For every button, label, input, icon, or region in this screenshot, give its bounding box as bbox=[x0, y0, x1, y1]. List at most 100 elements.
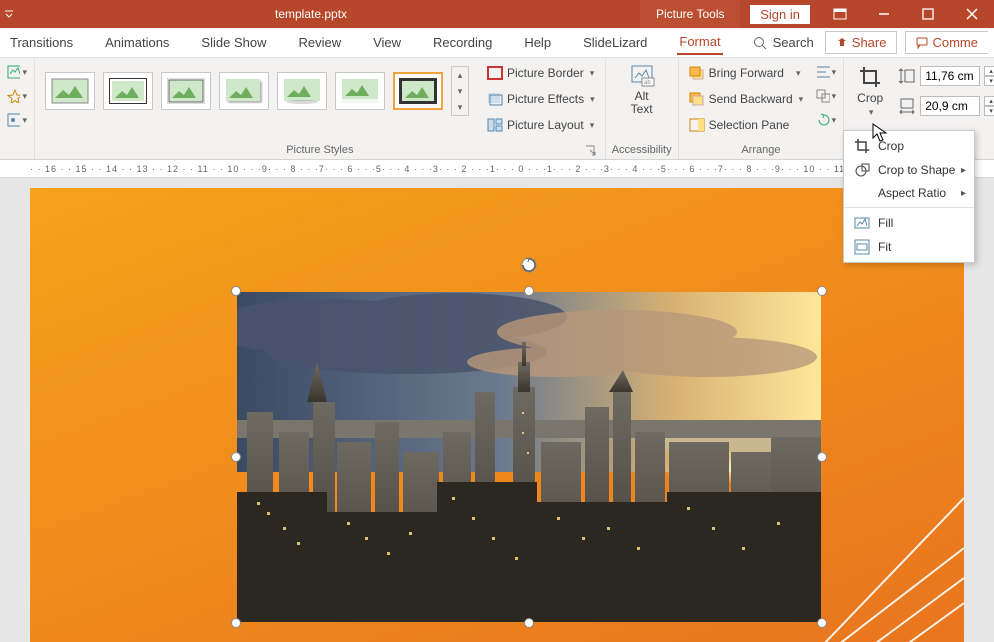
group-adjust-label bbox=[6, 142, 28, 159]
style-thumb-1[interactable] bbox=[45, 72, 95, 110]
send-backward-button[interactable]: Send Backward▾ bbox=[685, 88, 808, 110]
menu-fill[interactable]: Fill bbox=[844, 211, 974, 235]
selected-picture[interactable] bbox=[237, 292, 821, 622]
menu-crop-shape-label: Crop to Shape bbox=[878, 163, 955, 177]
width-input[interactable] bbox=[920, 96, 980, 116]
resize-handle-b[interactable] bbox=[524, 618, 534, 628]
bring-forward-icon bbox=[689, 65, 705, 81]
menubar-right: Share Comme bbox=[825, 31, 988, 54]
style-thumb-7[interactable] bbox=[393, 72, 443, 110]
minimize-button[interactable] bbox=[862, 0, 906, 28]
picture-border-label: Picture Border bbox=[507, 66, 584, 80]
tab-recording[interactable]: Recording bbox=[431, 31, 494, 54]
tab-format[interactable]: Format bbox=[677, 30, 722, 55]
menu-aspect-label: Aspect Ratio bbox=[878, 186, 946, 200]
picture-styles-gallery[interactable]: ▴ ▾ ▾ bbox=[41, 62, 473, 120]
menu-separator bbox=[844, 207, 974, 208]
resize-handle-t[interactable] bbox=[524, 286, 534, 296]
picture-layout-icon bbox=[487, 117, 503, 133]
tab-help[interactable]: Help bbox=[522, 31, 553, 54]
resize-handle-tr[interactable] bbox=[817, 286, 827, 296]
tab-transitions[interactable]: Transitions bbox=[8, 31, 75, 54]
gallery-up-button[interactable]: ▴ bbox=[452, 67, 468, 83]
selection-pane-button[interactable]: Selection Pane bbox=[685, 114, 808, 136]
picture-effects-icon bbox=[487, 91, 503, 107]
search-label: Search bbox=[773, 35, 814, 50]
remove-background-button[interactable]: ▾ bbox=[6, 62, 28, 82]
send-backward-label: Send Backward bbox=[709, 92, 793, 106]
group-arrange-label: Arrange bbox=[685, 142, 838, 159]
menu-fit[interactable]: Fit bbox=[844, 235, 974, 259]
width-icon bbox=[898, 97, 916, 115]
corrections-button[interactable]: ▾ bbox=[6, 86, 28, 106]
bring-forward-button[interactable]: Bring Forward▾ bbox=[685, 62, 808, 84]
style-thumb-2[interactable] bbox=[103, 72, 153, 110]
resize-handle-tl[interactable] bbox=[231, 286, 241, 296]
resize-handle-l[interactable] bbox=[231, 452, 241, 462]
contextual-tab-label: Picture Tools bbox=[640, 0, 740, 28]
tab-slidelizard[interactable]: SlideLizard bbox=[581, 31, 649, 54]
crop-dropdown-menu: Crop Crop to Shape ▸ Aspect Ratio ▸ Fill… bbox=[843, 130, 975, 263]
title-bar: template.pptx Picture Tools Sign in bbox=[0, 0, 994, 28]
selection-pane-label: Selection Pane bbox=[709, 118, 790, 132]
ribbon-tabs: Transitions Animations Slide Show Review… bbox=[0, 28, 994, 58]
share-icon bbox=[836, 37, 848, 49]
resize-handle-r[interactable] bbox=[817, 452, 827, 462]
height-input[interactable] bbox=[920, 66, 980, 86]
style-thumb-5[interactable] bbox=[277, 72, 327, 110]
picture-effects-button[interactable]: Picture Effects▾ bbox=[483, 88, 599, 110]
group-accessibility: ab Alt Text Accessibility bbox=[606, 58, 679, 159]
sign-in-button[interactable]: Sign in bbox=[750, 5, 810, 24]
group-objects-button[interactable]: ▾ bbox=[815, 86, 837, 106]
height-spinner[interactable]: ▴▾ bbox=[984, 66, 994, 86]
send-backward-icon bbox=[689, 91, 705, 107]
tab-animations[interactable]: Animations bbox=[103, 31, 171, 54]
tab-slideshow[interactable]: Slide Show bbox=[199, 31, 268, 54]
ribbon-display-options-button[interactable] bbox=[818, 0, 862, 28]
tab-review[interactable]: Review bbox=[296, 31, 343, 54]
tab-view[interactable]: View bbox=[371, 31, 403, 54]
menu-aspect-ratio[interactable]: Aspect Ratio ▸ bbox=[844, 182, 974, 204]
mouse-cursor bbox=[872, 123, 888, 143]
gallery-down-button[interactable]: ▾ bbox=[452, 83, 468, 99]
gallery-more-button[interactable]: ▾ bbox=[452, 99, 468, 115]
crop-shape-icon bbox=[854, 162, 870, 178]
alt-text-button[interactable]: ab Alt Text bbox=[622, 62, 662, 118]
picture-layout-button[interactable]: Picture Layout▾ bbox=[483, 114, 599, 136]
height-row: ▴▾ bbox=[898, 66, 994, 86]
search-icon bbox=[753, 36, 767, 50]
picture-border-button[interactable]: Picture Border▾ bbox=[483, 62, 599, 84]
group-arrange: Bring Forward▾ Send Backward▾ Selection … bbox=[679, 58, 845, 159]
slide[interactable] bbox=[30, 188, 964, 642]
resize-handle-br[interactable] bbox=[817, 618, 827, 628]
align-button[interactable]: ▾ bbox=[815, 62, 837, 82]
style-thumb-4[interactable] bbox=[219, 72, 269, 110]
styles-dialog-launcher[interactable] bbox=[585, 145, 597, 157]
qat-customize-dropdown[interactable] bbox=[4, 0, 14, 28]
city-image bbox=[237, 292, 821, 622]
menu-fill-label: Fill bbox=[878, 216, 893, 230]
resize-handle-bl[interactable] bbox=[231, 618, 241, 628]
alt-text-label: Alt Text bbox=[631, 89, 653, 116]
menu-crop[interactable]: Crop bbox=[844, 134, 974, 158]
titlebar-right: Sign in bbox=[750, 0, 994, 28]
menu-crop-to-shape[interactable]: Crop to Shape ▸ bbox=[844, 158, 974, 182]
share-button[interactable]: Share bbox=[825, 31, 898, 54]
selection-pane-icon bbox=[689, 117, 705, 133]
comments-button[interactable]: Comme bbox=[905, 31, 988, 54]
group-styles-label: Picture Styles bbox=[41, 142, 599, 159]
fill-icon bbox=[854, 215, 870, 231]
rotate-button[interactable]: ▾ bbox=[815, 110, 837, 130]
search-button[interactable]: Search bbox=[751, 31, 816, 54]
close-button[interactable] bbox=[950, 0, 994, 28]
bring-forward-label: Bring Forward bbox=[709, 66, 784, 80]
style-thumb-3[interactable] bbox=[161, 72, 211, 110]
width-spinner[interactable]: ▴▾ bbox=[984, 96, 994, 116]
svg-text:ab: ab bbox=[644, 80, 651, 86]
color-button[interactable]: ▾ bbox=[6, 110, 28, 130]
rotation-handle[interactable] bbox=[520, 256, 538, 274]
maximize-button[interactable] bbox=[906, 0, 950, 28]
comment-icon bbox=[916, 37, 928, 49]
style-thumb-6[interactable] bbox=[335, 72, 385, 110]
crop-button[interactable]: Crop ▾ bbox=[850, 62, 890, 121]
